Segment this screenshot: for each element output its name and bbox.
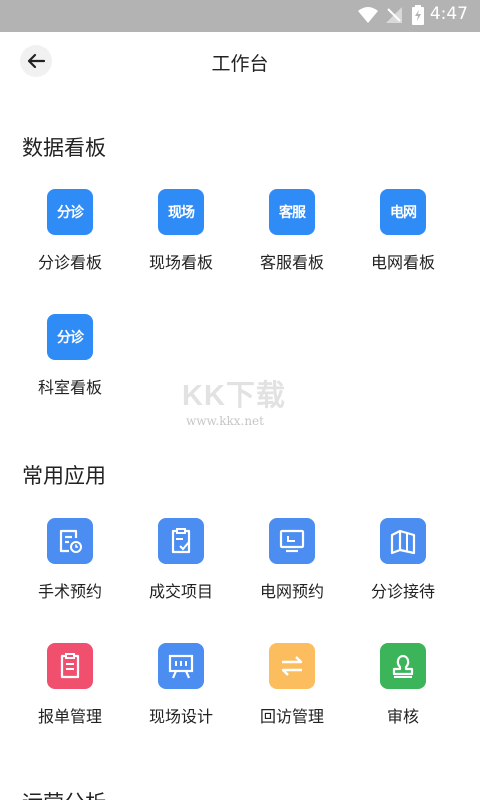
data-board-item-customer-service[interactable]: 客服 客服看板	[237, 189, 347, 289]
item-label: 电网看板	[370, 253, 435, 272]
onsite-tile-icon: 现场	[158, 189, 204, 235]
document-clock-icon	[47, 518, 93, 564]
app-header: 工作台	[0, 32, 480, 92]
item-label: 电网预约	[259, 582, 324, 601]
clipboard-list-icon	[47, 643, 93, 689]
data-board-item-grid[interactable]: 电网 电网看板	[348, 189, 458, 289]
status-time: 4:47	[429, 4, 468, 24]
grid-tile-icon: 电网	[380, 189, 426, 235]
app-review[interactable]: 审核	[348, 643, 458, 743]
customer-service-tile-icon: 客服	[269, 189, 315, 235]
swap-arrows-icon	[269, 643, 315, 689]
app-grid-appointment[interactable]: 电网预约	[237, 518, 347, 618]
watermark: KK下载 www.kkx.net	[182, 372, 312, 432]
battery-icon	[412, 5, 424, 25]
item-label: 客服看板	[259, 253, 324, 272]
item-label: 回访管理	[259, 707, 324, 726]
section-title-operations: 运营分析	[22, 787, 106, 800]
item-label: 审核	[386, 707, 419, 726]
stamp-icon	[380, 643, 426, 689]
item-label: 手术预约	[37, 582, 102, 601]
app-onsite-design[interactable]: 现场设计	[126, 643, 236, 743]
item-label: 科室看板	[37, 378, 102, 397]
item-label: 现场设计	[148, 707, 213, 726]
wifi-icon	[358, 7, 378, 23]
no-signal-icon	[386, 7, 402, 23]
monitor-icon	[269, 518, 315, 564]
item-label: 分诊看板	[37, 253, 102, 272]
map-icon	[380, 518, 426, 564]
data-board-item-department[interactable]: 分诊 科室看板	[15, 314, 125, 414]
data-board-item-triage[interactable]: 分诊 分诊看板	[15, 189, 125, 289]
app-report-management[interactable]: 报单管理	[15, 643, 125, 743]
watermark-main: KK下载	[182, 380, 286, 412]
triage-tile-icon: 分诊	[47, 189, 93, 235]
app-surgery-appointment[interactable]: 手术预约	[15, 518, 125, 618]
page-title: 工作台	[211, 53, 269, 75]
app-deal-items[interactable]: 成交项目	[126, 518, 236, 618]
section-title-data-board: 数据看板	[22, 136, 106, 160]
item-label: 成交项目	[148, 582, 213, 601]
watermark-url: www.kkx.net	[186, 414, 264, 428]
app-follow-up-management[interactable]: 回访管理	[237, 643, 347, 743]
data-board-item-onsite[interactable]: 现场 现场看板	[126, 189, 236, 289]
app-triage-reception[interactable]: 分诊接待	[348, 518, 458, 618]
status-bar: 4:47	[0, 0, 480, 32]
item-label: 分诊接待	[370, 582, 435, 601]
easel-icon	[158, 643, 204, 689]
department-tile-icon: 分诊	[47, 314, 93, 360]
item-label: 现场看板	[148, 253, 213, 272]
clipboard-check-icon	[158, 518, 204, 564]
item-label: 报单管理	[37, 707, 102, 726]
section-title-common-apps: 常用应用	[22, 464, 106, 488]
